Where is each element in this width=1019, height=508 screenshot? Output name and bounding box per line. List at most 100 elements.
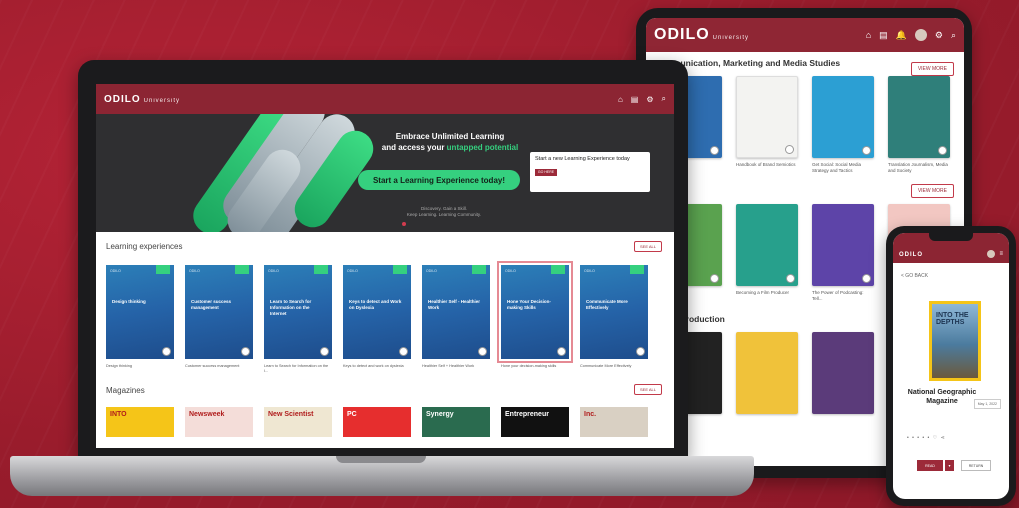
learning-experience-cover: ODILO Learn to Search for Information on… xyxy=(264,265,332,359)
return-button[interactable]: RETURN xyxy=(961,460,991,471)
search-icon[interactable]: ⌕ xyxy=(951,30,956,41)
view-more-button[interactable]: VIEW MORE xyxy=(910,62,954,76)
bookmark-icon xyxy=(393,265,407,274)
format-icon xyxy=(862,274,871,284)
format-icon xyxy=(241,347,250,356)
go-here-button[interactable]: GO HERE xyxy=(535,168,557,176)
share-icon[interactable]: ⋖ xyxy=(941,435,946,441)
section-title: Learning experiences xyxy=(106,242,183,251)
settings-icon[interactable]: ⚙ xyxy=(646,95,653,104)
avatar[interactable] xyxy=(914,29,927,41)
learning-experience-card[interactable]: ODILO Communicate More Effectively Commu… xyxy=(580,265,648,374)
header-icons: ⌂ ▤ ⚙ ⌕ xyxy=(618,94,666,104)
magazine-card[interactable]: Synergy xyxy=(422,406,490,437)
learning-experience-caption: Communicate More Effectively xyxy=(580,364,632,368)
star-icon[interactable]: • • • • • xyxy=(907,435,930,441)
learning-experience-caption: Hone your decision-making skills xyxy=(501,364,557,368)
learning-experience-card[interactable]: ODILO Customer success management Custom… xyxy=(185,265,253,374)
home-icon[interactable]: ⌂ xyxy=(618,95,623,104)
odilo-logo: ODILO xyxy=(110,269,121,273)
publication-date: May 1, 2022 xyxy=(973,399,1001,409)
format-icon xyxy=(710,146,719,155)
book-card[interactable]: Translation Journalism, Media and Societ… xyxy=(888,76,950,174)
hero-subtext: Discovery. Gain a Skill. Keep Learning. … xyxy=(406,206,482,218)
learning-experience-card[interactable]: ODILO Hone Your Decision-making Skills H… xyxy=(497,261,573,374)
learning-experience-caption: Design thinking xyxy=(106,364,132,368)
odilo-logo: ODILO xyxy=(584,269,595,273)
avatar[interactable] xyxy=(987,250,996,258)
phone-device: ODILO ≡ < GO BACK INTO THE DEPTHS Nation… xyxy=(886,226,1016,506)
odilo-logo[interactable]: ODILO xyxy=(899,252,923,258)
book-card[interactable] xyxy=(812,332,874,415)
see-all-button[interactable]: SEE ALL xyxy=(633,241,662,252)
learning-experience-card[interactable]: ODILO Keys to detect and Work on Dyslexi… xyxy=(343,265,411,374)
bell-icon[interactable]: 🔔 xyxy=(896,30,907,41)
format-icon xyxy=(320,347,329,356)
read-dropdown-button[interactable]: ▾ xyxy=(945,460,954,471)
carousel-dot[interactable] xyxy=(402,222,406,226)
magazines-section: Magazines SEE ALL INTO Newsweek New Scient… xyxy=(96,374,674,437)
learning-experience-card[interactable]: ODILO Healthier Self - Healthier Work He… xyxy=(422,265,490,374)
magazine-cover[interactable]: INTO THE DEPTHS xyxy=(929,301,981,381)
tablet-section-communication: Communication, Marketing and Media Studi… xyxy=(646,52,964,176)
book-card[interactable]: Get Social: Social Media Strategy and Ta… xyxy=(812,76,874,174)
read-button[interactable]: READ xyxy=(917,460,943,471)
book-card[interactable]: The Power of Podcasting: Tell... xyxy=(812,204,874,302)
format-icon xyxy=(557,347,566,356)
learning-experience-title: Keys to detect and Work on Dyslexia xyxy=(349,299,402,310)
book-card[interactable] xyxy=(736,332,798,415)
bookmark-icon xyxy=(551,265,565,274)
magazine-title: National Geographic Magazine xyxy=(907,389,977,406)
rating-and-actions: • • • • • ♡ ⋖ xyxy=(907,435,946,441)
start-learning-button[interactable]: Start a Learning Experience today! xyxy=(358,170,520,190)
learning-experience-cover: ODILO Design thinking xyxy=(106,265,174,359)
learning-experience-caption: Learn to Search for Information on the I… xyxy=(264,364,329,373)
learning-experience-card[interactable]: ODILO Learn to Search for Information on… xyxy=(264,265,332,374)
format-icon xyxy=(938,146,947,155)
bookmark-icon xyxy=(472,265,486,274)
book-icon[interactable]: ▤ xyxy=(879,30,888,41)
phone-notch xyxy=(929,233,973,241)
book-card[interactable]: Handbook of Brand Semiotics xyxy=(736,76,798,174)
book-icon[interactable]: ▤ xyxy=(631,95,639,104)
learning-experiences-section: Learning experiences SEE ALL ODILO Desig… xyxy=(96,232,674,374)
view-more-button[interactable]: VIEW MORE xyxy=(910,184,954,199)
magazine-card[interactable]: PC xyxy=(343,406,411,437)
hero-banner: Embrace Unlimited Learning and access yo… xyxy=(96,114,674,232)
laptop-screen: ODILO University ⌂ ▤ ⚙ ⌕ Embrace Unlimite… xyxy=(96,84,674,448)
bookmark-icon xyxy=(156,265,170,274)
format-icon xyxy=(785,145,794,154)
magazine-card[interactable]: INTO xyxy=(106,406,174,437)
learning-experience-caption: Healthier Self + Healthier Work xyxy=(422,364,475,368)
section-title: Magazines xyxy=(106,385,145,395)
bookmark-icon xyxy=(314,265,328,274)
learning-experience-cover: ODILO Healthier Self - Healthier Work xyxy=(422,265,490,359)
learning-experience-cover: ODILO Communicate More Effectively xyxy=(580,265,648,359)
magazine-card[interactable]: Entrepreneur xyxy=(501,406,569,437)
home-icon[interactable]: ⌂ xyxy=(866,30,871,40)
magazine-card[interactable]: Newsweek xyxy=(185,406,253,437)
heart-icon[interactable]: ♡ xyxy=(933,435,938,441)
learning-experience-cover: ODILO Keys to detect and Work on Dyslexi… xyxy=(343,265,411,359)
settings-icon[interactable]: ⚙ xyxy=(935,30,943,41)
go-back-link[interactable]: < GO BACK xyxy=(893,263,1009,279)
magazine-card[interactable]: Inc. xyxy=(580,406,648,437)
odilo-logo: ODILO xyxy=(189,269,200,273)
learning-experience-cover: ODILO Hone Your Decision-making Skills xyxy=(497,261,573,363)
bookmark-icon xyxy=(630,265,644,274)
magazine-card[interactable]: New Scientist xyxy=(264,406,332,437)
learning-experience-caption: Keys to detect and work on dyslexia xyxy=(343,364,404,368)
menu-icon[interactable]: ≡ xyxy=(999,251,1003,257)
odilo-logo[interactable]: ODILO University xyxy=(104,94,180,105)
learning-experience-cover: ODILO Customer success management xyxy=(185,265,253,359)
format-icon xyxy=(862,146,871,155)
odilo-logo: ODILO xyxy=(505,269,516,273)
odilo-logo[interactable]: ODILO University xyxy=(654,26,749,44)
see-all-button[interactable]: SEE ALL xyxy=(633,383,662,395)
search-icon[interactable]: ⌕ xyxy=(662,94,666,104)
book-card[interactable]: Becoming a Film Producer xyxy=(736,204,798,302)
learning-experience-title: Healthier Self - Healthier Work xyxy=(428,299,481,310)
header-icons: ⌂ ▤ 🔔 ⚙ ⌕ xyxy=(866,29,956,41)
learning-experience-card[interactable]: ODILO Design thinking Design thinking xyxy=(106,265,174,374)
format-icon xyxy=(786,274,795,284)
